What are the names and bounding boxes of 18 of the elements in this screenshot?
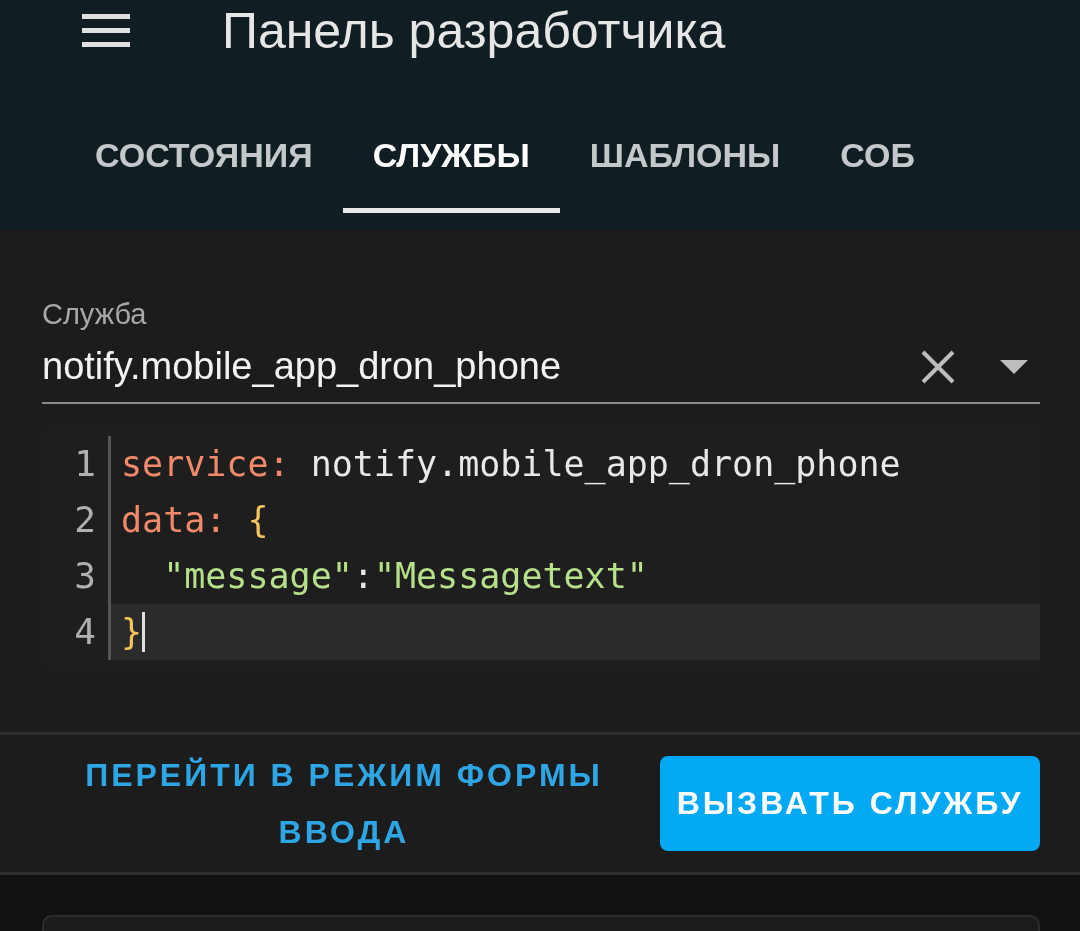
tab[interactable]: СЛУЖБЫ — [342, 110, 560, 213]
form-mode-button[interactable]: ПЕРЕЙТИ В РЕЖИМ ФОРМЫ ВВОДА — [64, 745, 624, 862]
code-line: service: notify.mobile_app_dron_phone — [120, 443, 902, 487]
line-number: 2 — [42, 492, 111, 548]
page-title: Панель разработчика — [222, 2, 726, 60]
field-value: notify.mobile_app_dron_phone — [42, 345, 563, 388]
line-number: 1 — [42, 436, 111, 492]
code-line: "message":"Messagetext" — [162, 555, 649, 598]
service-field[interactable]: Служба notify.mobile_app_dron_phone — [42, 298, 1040, 404]
menu-icon[interactable] — [82, 14, 130, 48]
tab[interactable]: СОБ — [810, 110, 945, 213]
field-label: Служба — [42, 298, 148, 331]
code-line: data: { — [120, 499, 270, 542]
tab[interactable]: СОСТОЯНИЯ — [65, 110, 343, 213]
clear-icon[interactable] — [920, 348, 956, 385]
tab[interactable]: ШАБЛОНЫ — [559, 110, 811, 213]
line-number: 3 — [42, 548, 111, 604]
caret-icon[interactable] — [1000, 359, 1028, 374]
